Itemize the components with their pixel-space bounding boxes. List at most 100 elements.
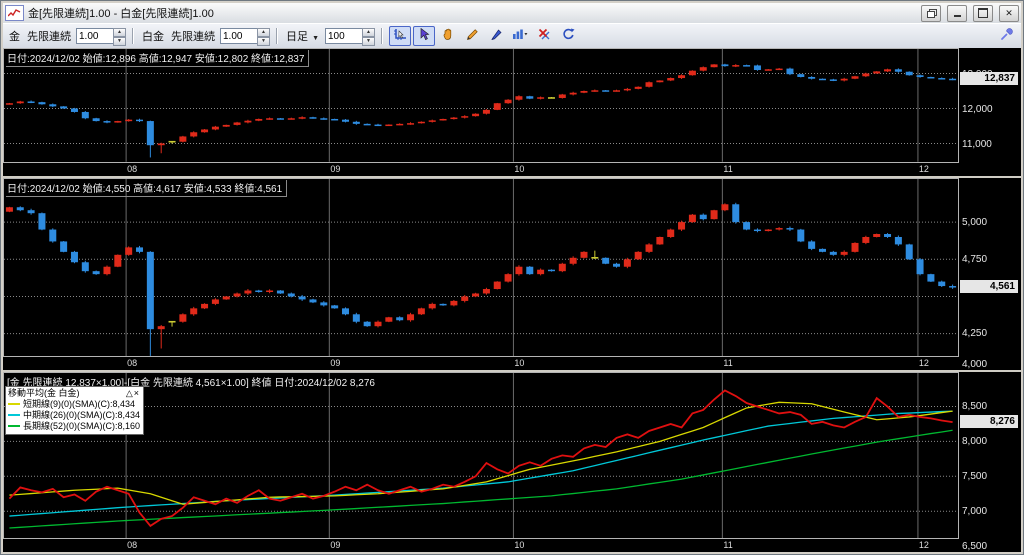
chevron-down-icon: ▼ — [312, 35, 319, 42]
moving-average-legend: 移動平均(金 白金) △× 短期線(9)(0)(SMA)(C):8,434 中期… — [5, 385, 145, 435]
delete-x-icon — [538, 28, 551, 44]
platinum-spinner-arrows[interactable]: ▲ ▼ — [257, 28, 270, 46]
month-label: 10 — [514, 163, 525, 174]
axis-tick-label: 4,000 — [962, 358, 988, 370]
sma-short-label: 短期線(9)(0)(SMA)(C):8,434 — [23, 398, 136, 409]
gold-series-label: 先限連続 — [27, 31, 71, 43]
gold-multiplier-input[interactable] — [76, 28, 113, 44]
legend-close-button[interactable]: × — [134, 388, 140, 398]
pencil-icon — [466, 28, 479, 44]
spin-up-icon[interactable]: ▲ — [113, 28, 126, 37]
layers-button[interactable] — [921, 4, 941, 22]
month-label: 11 — [723, 540, 733, 550]
platinum-series-label: 先限連続 — [171, 31, 215, 43]
spread-line-plot[interactable]: [金 先限連続 12,837×1.00]-[白金 先限連続 4,561×1.00… — [3, 371, 959, 539]
spread-price-axis[interactable]: 8,500 8,000 7,500 7,000 6,500 8,276 — [959, 371, 1021, 552]
month-label: 11 — [723, 357, 733, 368]
select-arrow-button[interactable] — [413, 26, 435, 46]
spin-down-icon[interactable]: ▼ — [257, 37, 270, 46]
hand-icon — [442, 28, 455, 44]
axis-tick-label: 7,500 — [962, 470, 988, 482]
app-chart-icon — [5, 5, 24, 21]
platinum-multiplier-spinner[interactable]: ▲▼ — [220, 28, 270, 46]
spin-up-icon[interactable]: ▲ — [257, 28, 270, 37]
maximize-icon — [978, 8, 988, 18]
month-label: 09 — [330, 540, 341, 550]
tool-icon-group — [389, 26, 579, 46]
bar-count-input[interactable] — [325, 28, 362, 44]
month-label: 12 — [918, 357, 929, 368]
platinum-multiplier-input[interactable] — [220, 28, 257, 44]
period-dropdown[interactable]: 日足 ▼ — [284, 28, 322, 44]
candles — [5, 202, 957, 356]
platinum-ohlc-header: 日付:2024/12/02 始値:4,550 高値:4,617 安値:4,533… — [6, 179, 288, 197]
pencil-button[interactable] — [461, 26, 483, 46]
line-series — [9, 429, 953, 529]
axis-tick-label: 4,250 — [962, 328, 988, 340]
wrench-icon — [1000, 28, 1013, 44]
settings-wrench-button[interactable] — [995, 26, 1017, 46]
sma-long-swatch — [8, 425, 20, 428]
axis-tick-label: 4,750 — [962, 253, 988, 265]
plot-canvas — [4, 372, 958, 538]
gold-multiplier-spinner[interactable]: ▲▼ — [76, 28, 126, 46]
legend-title: 移動平均(金 白金) — [8, 387, 80, 398]
toolbar-separator — [276, 28, 278, 44]
platinum-price-axis[interactable]: 5,000 4,750 4,250 4,000 4,561 — [959, 177, 1021, 370]
axis-scale-button[interactable] — [389, 26, 411, 46]
axis-tick-label: 12,000 — [962, 103, 993, 115]
bar-count-spinner[interactable]: ▲▼ — [325, 28, 375, 46]
chart-area: 日付:2024/12/02 始値:12,896 高値:12,947 安値:12,… — [3, 48, 1021, 552]
gold-price-axis[interactable]: 13,00012,00011,00012,837 — [959, 48, 1021, 176]
pen-button[interactable] — [485, 26, 507, 46]
line-series — [9, 401, 953, 505]
select-arrow-icon — [418, 27, 430, 44]
axis-scale-icon — [393, 28, 407, 44]
refresh-icon — [562, 28, 575, 44]
bar-chart-button[interactable] — [509, 26, 531, 46]
sma-mid-label: 中期線(26)(0)(SMA)(C):8,434 — [23, 409, 141, 420]
refresh-button[interactable] — [557, 26, 579, 46]
axis-tick-label: 8,000 — [962, 436, 988, 448]
platinum-symbol-label: 白金 — [142, 31, 164, 43]
spread-panel: [金 先限連続 12,837×1.00]-[白金 先限連続 4,561×1.00… — [3, 371, 1021, 552]
gold-candlestick-plot[interactable]: 日付:2024/12/02 始値:12,896 高値:12,947 安値:12,… — [3, 48, 959, 163]
month-label: 08 — [127, 540, 138, 550]
gold-ohlc-header: 日付:2024/12/02 始値:12,896 高値:12,947 安値:12,… — [6, 50, 310, 67]
platinum-candlestick-plot[interactable]: 日付:2024/12/02 始値:4,550 高値:4,617 安値:4,533… — [3, 177, 959, 357]
gold-spinner-arrows[interactable]: ▲ ▼ — [113, 28, 126, 46]
minimize-button[interactable] — [947, 4, 967, 22]
title-bar[interactable]: 金[先限連続]1.00 - 白金[先限連続]1.00 ✕ — [3, 3, 1021, 23]
delete-x-button[interactable] — [533, 26, 555, 46]
last-price-badge: 12,837 — [960, 72, 1018, 86]
toolbar-separator — [381, 28, 383, 44]
axis-tick-label: 8,500 — [962, 401, 988, 413]
gold-symbol-label: 金 — [9, 31, 20, 43]
spread-x-axis: 08 09 10 11 12 — [3, 539, 959, 552]
chart-window: 金[先限連続]1.00 - 白金[先限連続]1.00 ✕ 金 先限連続 ▲▼ 白… — [0, 0, 1024, 555]
platinum-panel: 日付:2024/12/02 始値:4,550 高値:4,617 安値:4,533… — [3, 177, 1021, 370]
month-label: 12 — [918, 163, 929, 174]
bar-count-spinner-arrows[interactable]: ▲ ▼ — [362, 28, 375, 46]
axis-tick-label: 7,000 — [962, 505, 988, 517]
sma-long-label: 長期線(52)(0)(SMA)(C):8,160 — [23, 420, 141, 431]
plot-canvas — [4, 178, 958, 356]
pen-icon — [490, 28, 503, 44]
spin-down-icon[interactable]: ▼ — [113, 37, 126, 46]
legend-collapse-button[interactable]: △ — [126, 388, 134, 398]
maximize-button[interactable] — [973, 4, 993, 22]
last-price-badge: 8,276 — [960, 414, 1018, 428]
platinum-x-axis: 08 09 10 11 12 — [3, 356, 959, 370]
spin-down-icon[interactable]: ▼ — [362, 37, 375, 46]
toolbar-separator — [132, 28, 134, 44]
hand-button[interactable] — [437, 26, 459, 46]
axis-tick-label: 6,500 — [962, 540, 988, 552]
month-label: 10 — [514, 540, 525, 550]
close-button[interactable]: ✕ — [999, 4, 1019, 22]
month-label: 12 — [918, 540, 929, 550]
sma-short-swatch — [8, 403, 20, 406]
spin-up-icon[interactable]: ▲ — [362, 28, 375, 37]
sma-mid-swatch — [8, 414, 20, 417]
month-label: 09 — [330, 163, 341, 174]
last-price-badge: 4,561 — [960, 280, 1018, 294]
